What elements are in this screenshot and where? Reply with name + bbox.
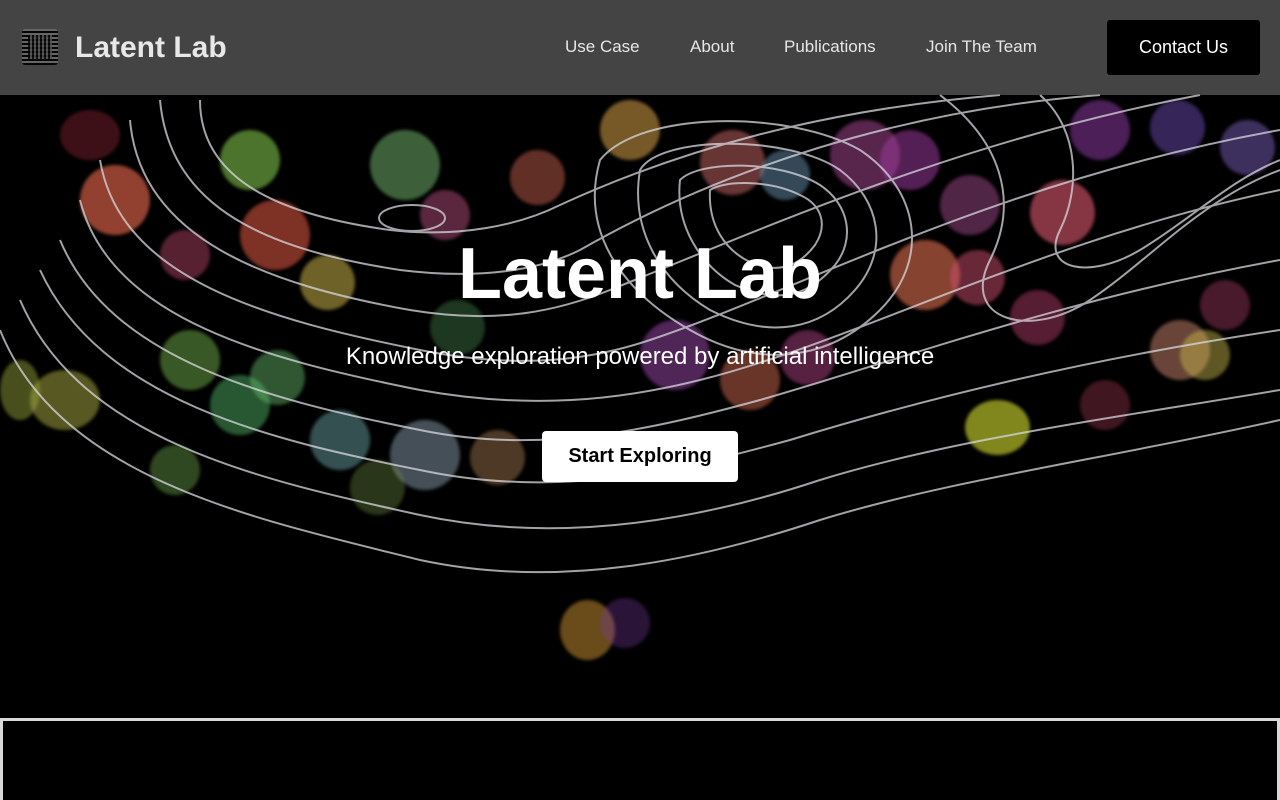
next-section-frame [0, 718, 1280, 800]
dotted-square-logo-icon[interactable] [22, 29, 58, 65]
nav-link-publications[interactable]: Publications [784, 37, 876, 57]
hero-subtitle: Knowledge exploration powered by artific… [345, 343, 935, 370]
nav-link-about[interactable]: About [690, 37, 734, 57]
hero-title: Latent Lab [457, 234, 822, 314]
nav-link-use-case[interactable]: Use Case [565, 37, 640, 57]
hero-section: Latent Lab Knowledge exploration powered… [0, 0, 1280, 718]
nav-link-join-the-team[interactable]: Join The Team [926, 37, 1037, 57]
brand-name[interactable]: Latent Lab [75, 30, 227, 66]
top-navbar: Latent Lab Use Case About Publications J… [0, 0, 1280, 95]
start-exploring-button[interactable]: Start Exploring [542, 431, 738, 482]
contact-us-button[interactable]: Contact Us [1107, 20, 1260, 75]
